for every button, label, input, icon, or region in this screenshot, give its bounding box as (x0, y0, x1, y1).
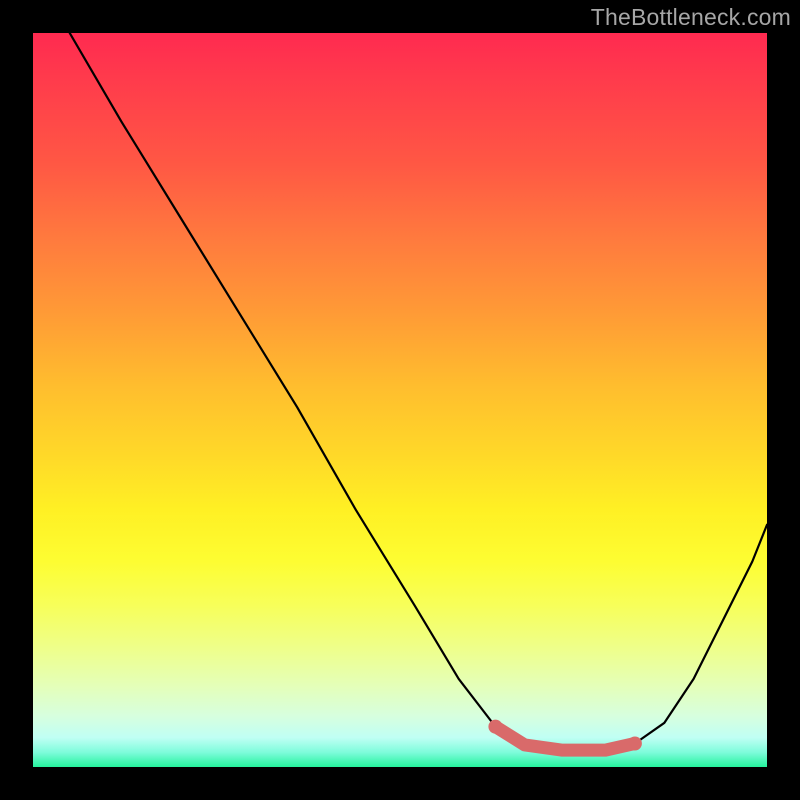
optimal-range-path (495, 727, 634, 750)
chart-frame: TheBottleneck.com (0, 0, 800, 800)
watermark-text: TheBottleneck.com (591, 4, 791, 31)
curve-layer (33, 33, 767, 767)
optimal-range-end-dot (628, 737, 642, 751)
bottleneck-curve-path (70, 33, 767, 750)
plot-area (33, 33, 767, 767)
optimal-range-start-dot (488, 720, 502, 734)
